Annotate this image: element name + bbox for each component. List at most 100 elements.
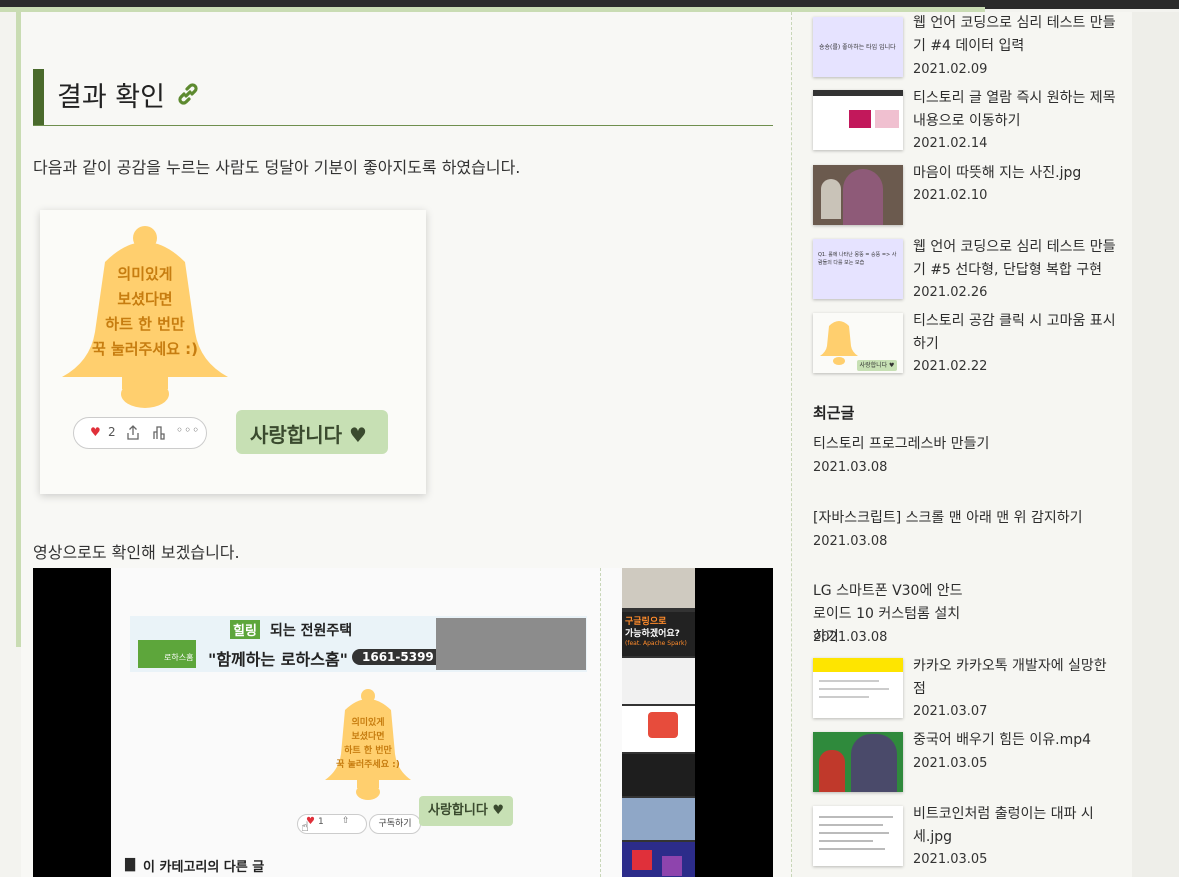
side-thumb-text: (feat. Apache Spark) bbox=[625, 640, 687, 647]
share-icon[interactable] bbox=[126, 425, 140, 440]
book-icon: ▇ bbox=[125, 857, 135, 872]
banner-logo-text: 로하스홈 bbox=[164, 653, 194, 662]
thumb-figure bbox=[843, 169, 883, 225]
bell-text-line: 의미있게 bbox=[117, 265, 173, 283]
video-like-count: 1 bbox=[318, 817, 324, 827]
thumb-line bbox=[819, 824, 883, 826]
thumb-line bbox=[819, 832, 889, 834]
post-thumbnail[interactable]: 사랑합니다 ♥ bbox=[813, 313, 903, 373]
side-thumb bbox=[622, 706, 695, 752]
post-thumbnail[interactable] bbox=[813, 90, 903, 150]
recent-post-title[interactable]: 중국어 배우기 힘든 이유.mp4 bbox=[913, 729, 1123, 752]
side-thumb-block bbox=[632, 850, 652, 870]
thumb-button: 사랑합니다 ♥ bbox=[857, 360, 897, 371]
outer-margin bbox=[1132, 12, 1179, 877]
recent-post-title[interactable]: [자바스크립트] 스크롤 맨 아래 맨 위 감지하기 bbox=[813, 507, 1123, 530]
sidebar-post-date: 2021.02.09 bbox=[913, 62, 988, 77]
side-thumb-block bbox=[662, 856, 682, 876]
thumb-bar bbox=[813, 90, 903, 96]
recent-post-date: 2021.03.08 bbox=[813, 534, 888, 549]
like-count: 2 bbox=[108, 425, 116, 439]
post-thumbnail[interactable] bbox=[813, 165, 903, 225]
video-ad-banner: 로하스홈 힐링 되는 전원주택 "함께하는 로하스홈" 1661-5399 bbox=[130, 616, 587, 672]
video-divider bbox=[600, 568, 601, 877]
side-thumb-bubble bbox=[648, 712, 678, 738]
sidebar-post-title[interactable]: 티스토리 글 열람 즉시 원하는 제목 내용으로 이동하기 bbox=[913, 87, 1123, 133]
video-side-thumbnails: 구글링으로 가능하겠어요? (feat. Apache Spark) bbox=[622, 568, 695, 877]
sidebar-post-date: 2021.02.10 bbox=[913, 188, 988, 203]
side-thumb bbox=[622, 754, 695, 796]
share-icon: ⇧ bbox=[342, 816, 350, 826]
thumb-text: 숑숑(를) 좋아하는 타입 입니다 bbox=[819, 44, 896, 51]
banner-title: 되는 전원주택 bbox=[270, 623, 353, 639]
side-thumb bbox=[622, 568, 695, 608]
thumb-block bbox=[849, 110, 871, 128]
recent-post-date: 2021.03.05 bbox=[913, 852, 988, 867]
video-bell-text: 꾹 눌러주세요 :) bbox=[336, 760, 400, 770]
thumb-figure bbox=[819, 750, 845, 792]
thumb-line bbox=[819, 688, 889, 690]
thumb-line bbox=[819, 680, 879, 682]
thumb-figure bbox=[821, 179, 841, 219]
stats-icon[interactable] bbox=[152, 425, 166, 440]
cursor-hand-icon: ☝ bbox=[301, 820, 309, 835]
post-thumbnail[interactable]: 숑숑(를) 좋아하는 타입 입니다 bbox=[813, 17, 903, 77]
recent-post-title[interactable]: 티스토리 프로그레스바 만들기 bbox=[813, 433, 1123, 456]
banner-phone: 1661-5399 bbox=[352, 649, 444, 665]
thumb-bar bbox=[813, 658, 903, 672]
more-icon[interactable]: ◦◦◦ bbox=[176, 423, 200, 437]
thumb-block bbox=[875, 110, 899, 128]
banner-house-image bbox=[436, 618, 586, 670]
post-paragraph: 영상으로도 확인해 보겠습니다. bbox=[33, 543, 240, 562]
bell-text-line: 꾹 눌러주세요 :) bbox=[91, 340, 199, 358]
video-bell-text: 보셨다면 bbox=[351, 732, 385, 742]
bell-text-line: 보셨다면 bbox=[117, 290, 173, 308]
thumb-bell-icon bbox=[820, 321, 858, 365]
banner-subtitle: "함께하는 로하스홈" bbox=[208, 650, 349, 669]
video-player[interactable]: 로하스홈 힐링 되는 전원주택 "함께하는 로하스홈" 1661-5399 의미… bbox=[33, 568, 773, 877]
thumb-text: Q1. 롤에 나타난 몽뚱 = 숑뚱 => 사람들의 다를 보는 모습 bbox=[818, 252, 897, 266]
bell-card-image: 의미있게 보셨다면 하트 한 번만 꾹 눌러주세요 :) ♥ 2 ◦◦◦ 사랑합… bbox=[40, 210, 426, 494]
thumb-line bbox=[819, 816, 893, 818]
video-bell-text: 의미있게 bbox=[351, 718, 385, 728]
video-love-button: 사랑합니다 ♥ bbox=[419, 796, 513, 826]
section-heading: 결과 확인 bbox=[33, 69, 773, 126]
post-thumbnail[interactable] bbox=[813, 658, 903, 718]
post-thumbnail[interactable] bbox=[813, 732, 903, 792]
bell-text-line: 하트 한 번만 bbox=[105, 315, 185, 333]
thumb-figure bbox=[851, 734, 897, 792]
recent-posts-heading: 최근글 bbox=[813, 404, 855, 422]
recent-post-date: 2021.03.05 bbox=[913, 756, 988, 771]
side-thumb bbox=[622, 842, 695, 877]
post-thumbnail[interactable] bbox=[813, 806, 903, 866]
link-icon[interactable] bbox=[175, 81, 201, 107]
heart-icon[interactable]: ♥ bbox=[90, 425, 101, 439]
heading-title: 결과 확인 bbox=[57, 82, 165, 113]
reaction-pill: ♥ 2 ◦◦◦ bbox=[73, 417, 207, 449]
thumb-line bbox=[819, 840, 873, 842]
recent-post-date: 2021.03.08 bbox=[813, 630, 888, 645]
sidebar-post-title[interactable]: 웹 언어 코딩으로 심리 테스트 만들기 #5 선다형, 단답형 복합 구현 bbox=[913, 236, 1123, 282]
sidebar-post-date: 2021.02.22 bbox=[913, 359, 988, 374]
post-paragraph: 다음과 같이 공감을 누르는 사람도 덩달아 기분이 좋아지도록 하였습니다. bbox=[33, 158, 521, 177]
recent-post-title[interactable]: 카카오 카카오톡 개발자에 실망한 점 bbox=[913, 655, 1123, 701]
sidebar-post-date: 2021.02.14 bbox=[913, 136, 988, 151]
side-thumb bbox=[622, 658, 695, 704]
recent-post-date: 2021.03.07 bbox=[913, 704, 988, 719]
side-thumb bbox=[622, 798, 695, 840]
sidebar-post-date: 2021.02.26 bbox=[913, 285, 988, 300]
love-button-label: 사랑합니다 ♥ bbox=[250, 423, 367, 447]
thumb-line bbox=[819, 696, 869, 698]
recent-post-title[interactable]: 비트코인처럼 출렁이는 대파 시세.jpg bbox=[913, 803, 1123, 849]
post-thumbnail[interactable]: Q1. 롤에 나타난 몽뚱 = 숑뚱 => 사람들의 다를 보는 모습 bbox=[813, 239, 903, 299]
recent-post-date: 2021.03.08 bbox=[813, 460, 888, 475]
sidebar-post-title[interactable]: 마음이 따뜻해 지는 사진.jpg bbox=[913, 162, 1123, 185]
love-button[interactable]: 사랑합니다 ♥ bbox=[236, 410, 388, 454]
sidebar-post-title[interactable]: 티스토리 공감 클릭 시 고마움 표시하기 bbox=[913, 310, 1123, 356]
video-frame: 로하스홈 힐링 되는 전원주택 "함께하는 로하스홈" 1661-5399 의미… bbox=[111, 568, 695, 877]
thumb-line bbox=[819, 848, 885, 850]
sidebar-post-title[interactable]: 웹 언어 코딩으로 심리 테스트 만들기 #4 데이터 입력 bbox=[913, 12, 1123, 58]
video-subscribe-button: 구독하기 bbox=[369, 814, 421, 834]
video-bell-text: 하트 한 번만 bbox=[344, 746, 392, 756]
banner-badge: 힐링 bbox=[230, 620, 260, 639]
